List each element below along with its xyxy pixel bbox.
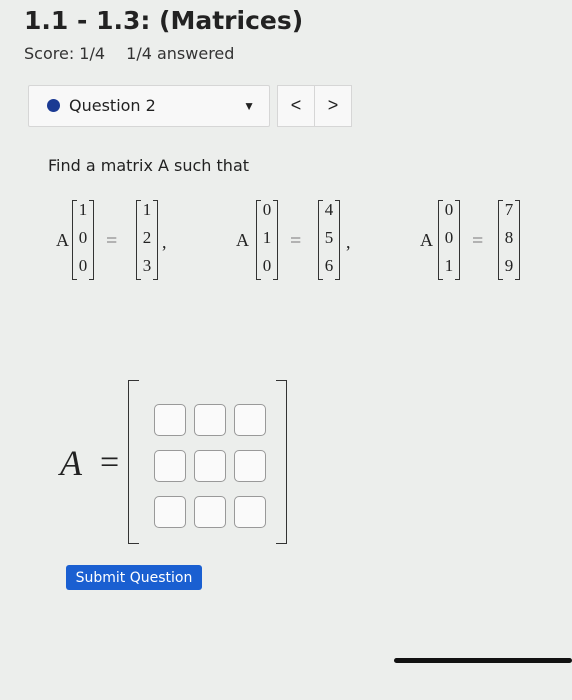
question-select[interactable]: Question 2 ▼ (28, 85, 270, 127)
page-title: 1.1 - 1.3: (Matrices) (24, 6, 304, 35)
home-indicator (394, 658, 572, 663)
vector-entry: 1 (444, 256, 454, 275)
input-vector: 0 0 1 (438, 200, 460, 280)
equals-sign: = (290, 230, 302, 252)
vector-entry: 0 (262, 200, 272, 219)
vector-entry: 0 (78, 228, 88, 247)
answer-matrix-label: A (60, 443, 82, 483)
input-vector: 0 1 0 (256, 200, 278, 280)
score-row: Score: 1/4 1/4 answered (24, 44, 250, 63)
vector-entry: 6 (324, 256, 334, 275)
comma: , (162, 232, 167, 252)
matrix-cell-input[interactable] (154, 496, 186, 528)
chevron-down-icon: ▼ (243, 99, 255, 113)
question-status-dot (47, 99, 60, 112)
equals-sign: = (472, 230, 484, 252)
matrix-cell-input[interactable] (154, 404, 186, 436)
vector-entry: 1 (78, 200, 88, 219)
matrix-symbol: A (236, 230, 249, 250)
vector-entry: 9 (504, 256, 514, 275)
vector-entry: 3 (142, 256, 152, 275)
vector-entry: 8 (504, 228, 514, 247)
output-vector: 4 5 6 (318, 200, 340, 280)
matrix-cell-input[interactable] (194, 496, 226, 528)
matrix-cell-input[interactable] (154, 450, 186, 482)
matrix-cell-input[interactable] (234, 450, 266, 482)
matrix-cell-input[interactable] (234, 496, 266, 528)
vector-entry: 0 (262, 256, 272, 275)
next-question-button[interactable]: > (314, 85, 352, 127)
matrix-cell-input[interactable] (194, 404, 226, 436)
vector-entry: 0 (444, 228, 454, 247)
output-vector: 7 8 9 (498, 200, 520, 280)
equation-2: A 0 1 0 = 4 5 6 , (236, 200, 366, 284)
output-vector: 1 2 3 (136, 200, 158, 280)
question-label: Question 2 (69, 96, 156, 115)
matrix-symbol: A (420, 230, 433, 250)
right-bracket (276, 380, 287, 544)
vector-entry: 1 (142, 200, 152, 219)
matrix-cell-input[interactable] (194, 450, 226, 482)
vector-entry: 0 (78, 256, 88, 275)
equation-3: A 0 0 1 = 7 8 9 (420, 200, 530, 284)
vector-entry: 7 (504, 200, 514, 219)
equals-sign: = (106, 230, 118, 252)
vector-entry: 2 (142, 228, 152, 247)
comma: , (346, 232, 351, 252)
submit-question-button[interactable]: Submit Question (66, 565, 202, 590)
left-bracket (128, 380, 139, 544)
vector-entry: 5 (324, 228, 334, 247)
answered-text: 1/4 answered (126, 44, 235, 63)
matrix-cell-input[interactable] (234, 404, 266, 436)
matrix-symbol: A (56, 230, 69, 250)
vector-entry: 0 (444, 200, 454, 219)
score-text: Score: 1/4 (24, 44, 106, 63)
previous-question-button[interactable]: < (277, 85, 315, 127)
problem-prompt: Find a matrix A such that (48, 156, 250, 175)
vector-entry: 4 (324, 200, 334, 219)
input-vector: 1 0 0 (72, 200, 94, 280)
equals-sign: = (100, 444, 120, 481)
vector-entry: 1 (262, 228, 272, 247)
equation-1: A 1 0 0 = 1 2 3 , (56, 200, 176, 284)
